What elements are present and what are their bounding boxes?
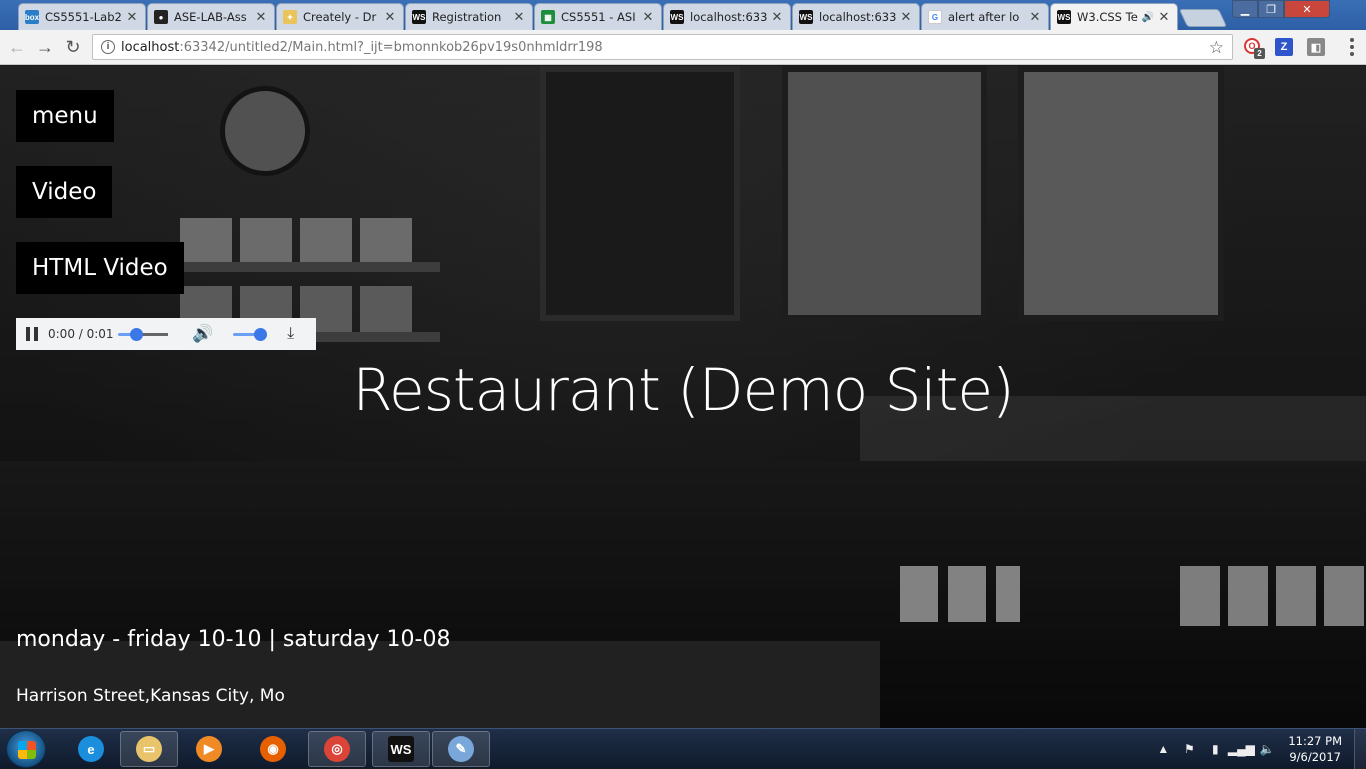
nav-menu-button[interactable]: menu — [16, 90, 114, 142]
volume-icon[interactable]: 🔊 — [192, 324, 213, 344]
street-address: Harrison Street,Kansas City, Mo — [16, 686, 285, 706]
reload-icon[interactable]: ↻ — [62, 36, 84, 58]
clock-time: 11:27 PM — [1288, 734, 1342, 748]
battery-icon[interactable]: ▮ — [1207, 741, 1223, 757]
taskbar-app-button[interactable]: e — [62, 731, 120, 767]
audio-time: 0:00 / 0:01 — [48, 327, 114, 341]
internet-explorer-icon: e — [78, 736, 104, 762]
windows-taskbar: e ▭ ▶ ◉ ◎ WS ✎ ▲ ⚑ ▮ ▂▄▆ 🔈 11:27 PM 9/6/2017 — [0, 728, 1366, 769]
tab-title: Creately - Dr — [303, 10, 377, 24]
browser-tab[interactable]: ✦ Creately - Dr ✕ — [276, 3, 404, 30]
extension-icon[interactable]: ◧ — [1307, 38, 1325, 56]
windows-logo-icon — [18, 741, 36, 759]
bookmark-star-icon[interactable]: ☆ — [1209, 38, 1224, 58]
browser-toolbar: ← → ↻ i localhost:63342/untitled2/Main.h… — [0, 30, 1366, 65]
tab-close-icon[interactable]: ✕ — [899, 9, 913, 25]
taskbar-app-button[interactable]: ▶ — [180, 731, 238, 767]
clock-date: 9/6/2017 — [1289, 750, 1341, 764]
webstorm-icon: WS — [412, 10, 426, 24]
opening-hours: monday - friday 10-10 | saturday 10-08 — [16, 627, 451, 652]
tab-title: localhost:633 — [819, 10, 897, 24]
system-tray: ▲ ⚑ ▮ ▂▄▆ 🔈 11:27 PM 9/6/2017 — [1150, 729, 1366, 769]
network-signal-icon[interactable]: ▂▄▆ — [1228, 741, 1255, 757]
browser-tab[interactable]: ▦ CS5551 - ASI ✕ — [534, 3, 662, 30]
site-info-icon[interactable]: i — [101, 40, 115, 54]
tab-close-icon[interactable]: ✕ — [1157, 9, 1171, 25]
file-explorer-icon: ▭ — [136, 736, 162, 762]
webstorm-icon: WS — [799, 10, 813, 24]
browser-tab[interactable]: WS Registration ✕ — [405, 3, 533, 30]
media-player-icon: ▶ — [196, 736, 222, 762]
system-clock[interactable]: 11:27 PM 9/6/2017 — [1288, 733, 1342, 765]
github-icon: ● — [154, 10, 168, 24]
maximize-button[interactable]: ❐ — [1258, 0, 1284, 18]
taskbar-app-button[interactable]: ◉ — [244, 731, 302, 767]
browser-tab[interactable]: Galert after lo ✕ — [921, 3, 1049, 30]
browser-tab[interactable]: WS W3.CSS Te 🔊 ✕ — [1050, 3, 1178, 30]
browser-tab[interactable]: box CS5551-Lab2 ✕ — [18, 3, 146, 30]
tab-close-icon[interactable]: ✕ — [770, 9, 784, 25]
taskbar-app-button[interactable]: ✎ — [432, 731, 490, 767]
taskbar-app-button[interactable]: WS — [372, 731, 430, 767]
tab-title: alert after lo — [948, 10, 1020, 24]
tab-close-icon[interactable]: ✕ — [512, 9, 526, 25]
page-viewport: menu Video HTML Video 0:00 / 0:01 🔊 ⤓ Re… — [0, 66, 1366, 728]
url-host: localhost — [121, 39, 180, 55]
tab-close-icon[interactable]: ✕ — [125, 9, 139, 25]
webstorm-icon: WS — [388, 736, 414, 762]
tab-title: ASE-LAB-Ass — [174, 10, 247, 24]
show-hidden-icons-icon[interactable]: ▲ — [1155, 741, 1171, 757]
paint-icon: ✎ — [448, 736, 474, 762]
box-icon: box — [25, 10, 39, 24]
tab-title: localhost:633 — [690, 10, 768, 24]
pause-icon[interactable] — [26, 327, 38, 341]
tab-title: CS5551-Lab2 — [45, 10, 122, 24]
nav-video-button[interactable]: Video — [16, 166, 113, 218]
forward-icon[interactable]: → — [34, 36, 56, 58]
start-button[interactable] — [6, 730, 46, 768]
chrome-icon: ◎ — [324, 736, 350, 762]
browser-tab[interactable]: WS localhost:633 ✕ — [663, 3, 791, 30]
google-icon: G — [928, 10, 942, 24]
volume-slider[interactable] — [233, 327, 268, 341]
tab-close-icon[interactable]: ✕ — [641, 9, 655, 25]
page-title: Restaurant (Demo Site) — [352, 356, 1014, 424]
taskbar-app-button[interactable]: ▭ — [120, 731, 178, 767]
tab-audio-icon[interactable]: 🔊 — [1142, 12, 1154, 23]
download-icon[interactable]: ⤓ — [287, 325, 294, 343]
audio-player: 0:00 / 0:01 🔊 ⤓ — [16, 318, 316, 350]
nav-html-video-button[interactable]: HTML Video — [16, 242, 184, 294]
chrome-menu-icon[interactable] — [1342, 37, 1362, 57]
webstorm-icon: WS — [670, 10, 684, 24]
seek-slider[interactable] — [118, 327, 168, 341]
browser-tab[interactable]: WS localhost:633 ✕ — [792, 3, 920, 30]
address-bar[interactable]: i localhost:63342/untitled2/Main.html?_i… — [92, 34, 1233, 60]
taskbar-app-button[interactable]: ◎ — [308, 731, 366, 767]
tab-title: Registration — [432, 10, 502, 24]
tab-close-icon[interactable]: ✕ — [254, 9, 268, 25]
webstorm-icon: WS — [1057, 10, 1071, 24]
minimize-button[interactable]: ▁ — [1232, 0, 1258, 18]
tab-close-icon[interactable]: ✕ — [383, 9, 397, 25]
extension-badge: 2 — [1254, 48, 1265, 59]
close-window-button[interactable]: ✕ — [1284, 0, 1330, 18]
show-desktop-button[interactable] — [1354, 729, 1366, 769]
tab-title: CS5551 - ASI — [561, 10, 636, 24]
new-tab-button[interactable] — [1178, 9, 1228, 27]
lightbulb-icon: ✦ — [283, 10, 297, 24]
browser-tab[interactable]: ● ASE-LAB-Ass ✕ — [147, 3, 275, 30]
zotero-extension-icon[interactable]: Z — [1275, 38, 1293, 56]
action-center-flag-icon[interactable]: ⚑ — [1181, 741, 1197, 757]
tab-close-icon[interactable]: ✕ — [1028, 9, 1042, 25]
back-icon[interactable]: ← — [6, 36, 28, 58]
sheets-icon: ▦ — [541, 10, 555, 24]
firefox-icon: ◉ — [260, 736, 286, 762]
url-path: :63342/untitled2/Main.html?_ijt=bmonnkob… — [179, 39, 603, 55]
tab-title: W3.CSS Te — [1077, 10, 1138, 24]
volume-muted-icon[interactable]: 🔈 — [1259, 741, 1275, 757]
